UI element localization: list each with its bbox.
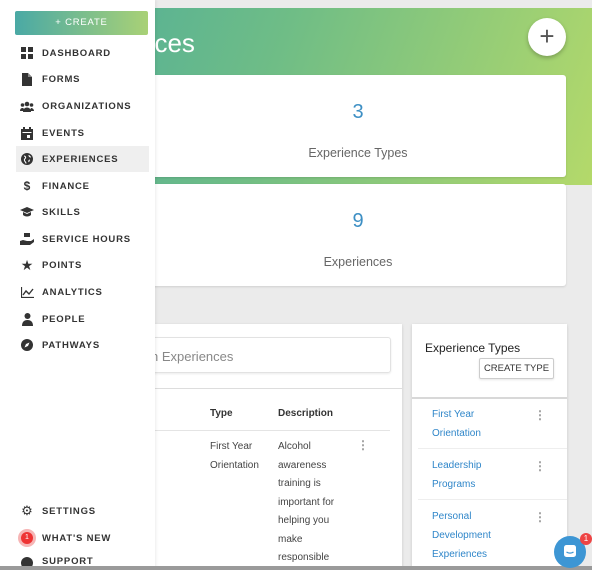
calendar-icon xyxy=(20,126,34,140)
sidebar-item-forms[interactable]: FORMS xyxy=(16,66,149,92)
table-cell-type: First Year Orientation xyxy=(210,441,259,471)
gear-icon: ⚙ xyxy=(21,503,33,518)
experience-type-item[interactable]: Personal Development Experiences xyxy=(432,507,491,564)
experience-type-menu-icon[interactable]: ⋮ xyxy=(534,408,546,422)
sidebar-item-events[interactable]: EVENTS xyxy=(16,120,149,146)
sidebar-item-settings[interactable]: ⚙ SETTINGS xyxy=(16,498,149,524)
column-header-description: Description xyxy=(278,408,334,419)
star-icon: ★ xyxy=(20,256,34,273)
experience-type-item[interactable]: First Year Orientation xyxy=(432,405,481,443)
divider xyxy=(418,499,567,500)
chat-unread-badge: 1 xyxy=(580,533,592,545)
experience-types-title: Experience Types xyxy=(425,341,521,355)
sidebar-item-points[interactable]: ★ POINTS xyxy=(16,252,149,278)
sidebar-item-service-hours[interactable]: SERVICE HOURS xyxy=(16,226,149,252)
create-button[interactable]: + CREATE xyxy=(15,11,148,35)
stat-card-experience-types: 3 Experience Types xyxy=(150,75,566,177)
sidebar-item-dashboard[interactable]: DASHBOARD xyxy=(16,40,149,66)
experience-type-item[interactable]: Leadership Programs xyxy=(432,456,481,494)
sidebar-item-experiences[interactable]: EXPERIENCES xyxy=(16,146,149,172)
search-input[interactable]: n Experiences xyxy=(150,337,391,373)
sidebar-item-skills[interactable]: SKILLS xyxy=(16,199,149,225)
stat-value: 3 xyxy=(352,101,364,123)
line-chart-icon xyxy=(20,285,34,299)
divider xyxy=(418,448,567,449)
sidebar-item-finance[interactable]: $ FINANCE xyxy=(16,173,149,199)
hand-holding-icon xyxy=(20,232,34,246)
notification-badge: 1 xyxy=(21,532,33,544)
graduation-cap-icon xyxy=(20,205,34,219)
experience-type-menu-icon[interactable]: ⋮ xyxy=(534,459,546,473)
create-type-button[interactable]: CREATE TYPE xyxy=(479,358,554,379)
divider xyxy=(150,430,390,431)
compass-icon xyxy=(20,338,34,352)
stat-label: Experience Types xyxy=(308,146,408,160)
search-placeholder: n Experiences xyxy=(151,349,234,364)
sidebar-item-whats-new[interactable]: 1 WHAT'S NEW xyxy=(16,525,149,551)
notification-icon: 1 xyxy=(20,531,34,545)
divider xyxy=(150,388,402,389)
stat-label: Experiences xyxy=(323,255,393,269)
sidebar-item-organizations[interactable]: ORGANIZATIONS xyxy=(16,93,149,119)
dashboard-icon xyxy=(20,46,34,60)
dollar-icon: $ xyxy=(23,179,31,193)
sidebar-item-pathways[interactable]: PATHWAYS xyxy=(16,332,149,358)
person-icon xyxy=(20,312,34,326)
row-menu-icon[interactable]: ⋮ xyxy=(357,438,369,452)
sidebar-item-analytics[interactable]: ANALYTICS xyxy=(16,279,149,305)
sidebar-item-people[interactable]: PEOPLE xyxy=(16,306,149,332)
add-button[interactable]: + xyxy=(528,18,566,56)
table-cell-description: Alcohol awareness training is important … xyxy=(278,441,335,563)
document-icon xyxy=(20,72,34,86)
stat-value: 9 xyxy=(352,210,364,232)
people-group-icon xyxy=(20,99,34,113)
column-header-type: Type xyxy=(210,408,233,419)
stat-card-experiences: 9 Experiences xyxy=(150,184,566,286)
bottom-scrollbar[interactable] xyxy=(0,566,592,570)
experience-type-menu-icon[interactable]: ⋮ xyxy=(534,510,546,524)
divider xyxy=(412,397,567,399)
globe-icon xyxy=(20,152,34,166)
